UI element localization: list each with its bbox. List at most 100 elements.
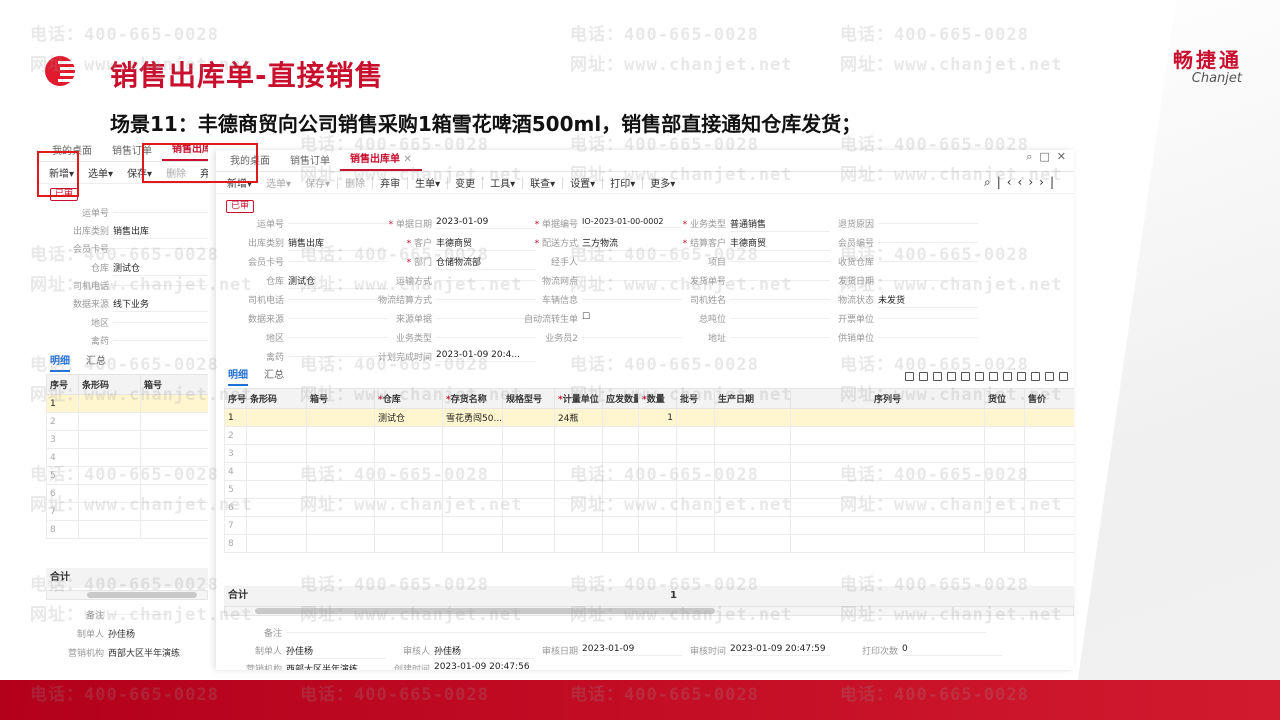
auto-flow-checkbox[interactable]: ☐ xyxy=(582,312,590,322)
table-row[interactable]: 3 xyxy=(224,444,1074,463)
watermark-site: 网址：www.chanjet.net xyxy=(840,55,1063,75)
field-marketing-org: 营销机构 西部大区半年演练 xyxy=(67,649,181,659)
section-tabs: 明细 汇总 xyxy=(228,366,284,386)
settings-button[interactable]: 设置▾ xyxy=(563,175,602,190)
delete-button[interactable]: 删除 xyxy=(338,175,372,190)
table-row[interactable]: 2 xyxy=(46,412,208,431)
logo-mark-icon xyxy=(45,56,82,86)
horizontal-scrollbar[interactable] xyxy=(224,606,1074,616)
export-icon[interactable] xyxy=(975,372,984,381)
save-button[interactable]: 保存▾ xyxy=(298,175,337,190)
col-header: 箱号 xyxy=(140,374,208,395)
table-row[interactable]: 4 xyxy=(46,448,208,467)
field-driver-phone: 司机电话 xyxy=(248,293,388,306)
tab-detail[interactable]: 明细 xyxy=(228,366,248,386)
col-unit: *计量单位 xyxy=(554,388,603,409)
field-outbound-type: 出库类别 销售出库 xyxy=(73,224,208,239)
screenshot-back: 我的桌面 销售订单 销售出库单 新增▾ 选单▾ 保存▾ 删除 弃 已审 运单号 … xyxy=(38,142,208,662)
print-button[interactable]: 打印▾ xyxy=(603,175,642,190)
table-row[interactable]: 3 xyxy=(46,430,208,449)
linked-query-button[interactable]: 联查▾ xyxy=(523,175,562,190)
more-button[interactable]: 更多▾ xyxy=(643,175,682,190)
field-member-card: 会员卡号 xyxy=(248,255,388,268)
search-icon[interactable]: ⌕ xyxy=(1026,150,1032,163)
field-total-tonnage: 总吨位 xyxy=(699,312,830,325)
tab-sales-order[interactable]: 销售订单 xyxy=(280,152,340,171)
tools-button[interactable]: 工具▾ xyxy=(483,175,522,190)
close-icon[interactable]: ✕ xyxy=(1057,150,1066,163)
select-button[interactable]: 选单▾ xyxy=(81,165,120,180)
tab-sales-outbound[interactable]: 销售出库单 ✕ xyxy=(340,150,422,171)
col-item-name: *存货名称 xyxy=(442,388,503,409)
table-row[interactable]: 8 xyxy=(224,534,1074,553)
generate-button[interactable]: 生单▾ xyxy=(408,175,447,190)
footer-band xyxy=(0,680,1280,720)
col-seq: 序号 xyxy=(224,388,247,409)
table-row[interactable]: 8 xyxy=(46,520,208,539)
table-row[interactable]: 5 xyxy=(224,480,1074,499)
table-row[interactable]: 1 测试仓 雪花勇闯50... 24瓶 1 xyxy=(224,408,1074,427)
image-icon[interactable] xyxy=(989,372,998,381)
edit-icon[interactable] xyxy=(947,372,956,381)
field-warehouse: 仓库 测试仓 xyxy=(266,274,388,289)
maximize-icon[interactable]: □ xyxy=(1039,150,1049,163)
next-icon[interactable]: › xyxy=(1028,175,1039,189)
warehouse-icon[interactable] xyxy=(1045,372,1054,381)
total-row: 合计 1 xyxy=(224,586,1074,606)
table-row[interactable]: 6 xyxy=(224,498,1074,517)
first-icon[interactable]: |‹ xyxy=(997,175,1018,189)
total-label: 合计 xyxy=(228,590,248,601)
field-shipment-number: 发货单号 xyxy=(690,274,830,287)
table-header: 序号 条形码 箱号 xyxy=(46,374,208,395)
table-row[interactable]: 7 xyxy=(46,502,208,521)
col-spec: 规格型号 xyxy=(502,388,555,409)
fullscreen-icon[interactable] xyxy=(1059,372,1068,381)
horizontal-scrollbar[interactable] xyxy=(46,590,208,600)
tab-detail[interactable]: 明细 xyxy=(50,352,70,372)
table-row[interactable]: 2 xyxy=(224,426,1074,445)
field-address: 地址 xyxy=(708,331,830,344)
record-navigation: ⌕|‹‹››| xyxy=(984,175,1060,190)
last-icon[interactable]: ›| xyxy=(1039,175,1060,189)
window-controls: ⌕ □ ✕ xyxy=(1026,150,1066,164)
table-row[interactable]: 5 xyxy=(46,466,208,485)
table-row[interactable]: 4 xyxy=(224,462,1074,481)
eraser-icon[interactable] xyxy=(1031,372,1040,381)
col-price: 售价 xyxy=(1024,388,1074,409)
total-row: 合计 xyxy=(46,568,208,588)
field-customer: * 客户 丰德商贸 xyxy=(407,236,536,251)
col-header: 条形码 xyxy=(78,374,141,395)
tab-summary[interactable]: 汇总 xyxy=(264,366,284,386)
columns-icon[interactable] xyxy=(1003,372,1012,381)
field-transport-method: 运输方式 xyxy=(396,274,536,287)
filter-icon[interactable] xyxy=(1017,372,1026,381)
field-warehouse: 仓库 测试仓 xyxy=(91,261,208,276)
col-qty: *数量 xyxy=(638,388,677,409)
prev-icon[interactable]: ‹ xyxy=(1018,175,1029,189)
table-row[interactable]: 1 xyxy=(46,394,208,413)
field-outbound-type: 出库类别 销售出库 xyxy=(248,236,388,251)
col-batch: 批号 xyxy=(676,388,715,409)
field-receiving-warehouse: 收货仓库 xyxy=(838,255,978,268)
field-auditor: 审核人 孙佳杨 xyxy=(403,644,534,659)
find-icon[interactable]: ⌕ xyxy=(984,175,997,189)
field-data-source: 数据来源 xyxy=(248,312,388,325)
grid-tool-icons xyxy=(900,372,1068,384)
copy-row-icon[interactable] xyxy=(919,372,928,381)
scenario-subtitle: 场景11：丰德商贸向公司销售采购1箱雪花啤酒500ml，销售部直接通知仓库发货； xyxy=(110,112,862,136)
table-row[interactable]: 7 xyxy=(224,516,1074,535)
field-doc-date: * 单据日期 2023-01-09 xyxy=(389,217,536,230)
close-tab-icon[interactable]: ✕ xyxy=(403,154,411,165)
paste-row-icon[interactable] xyxy=(933,372,942,381)
field-vehicle-info: 车辆信息 xyxy=(542,293,682,306)
locate-icon[interactable] xyxy=(905,372,914,381)
field-vet-drug: 禽药 xyxy=(266,350,388,363)
batch-icon[interactable] xyxy=(961,372,970,381)
unaudit-button[interactable]: 弃审 xyxy=(373,175,407,190)
field-supply-unit: 供销单位 xyxy=(838,331,978,344)
select-button[interactable]: 选单▾ xyxy=(259,175,298,190)
tab-summary[interactable]: 汇总 xyxy=(86,352,106,372)
change-button[interactable]: 变更 xyxy=(448,175,482,190)
table-row[interactable]: 6 xyxy=(46,484,208,503)
field-delivery-method: * 配送方式 三方物流 xyxy=(535,236,682,251)
